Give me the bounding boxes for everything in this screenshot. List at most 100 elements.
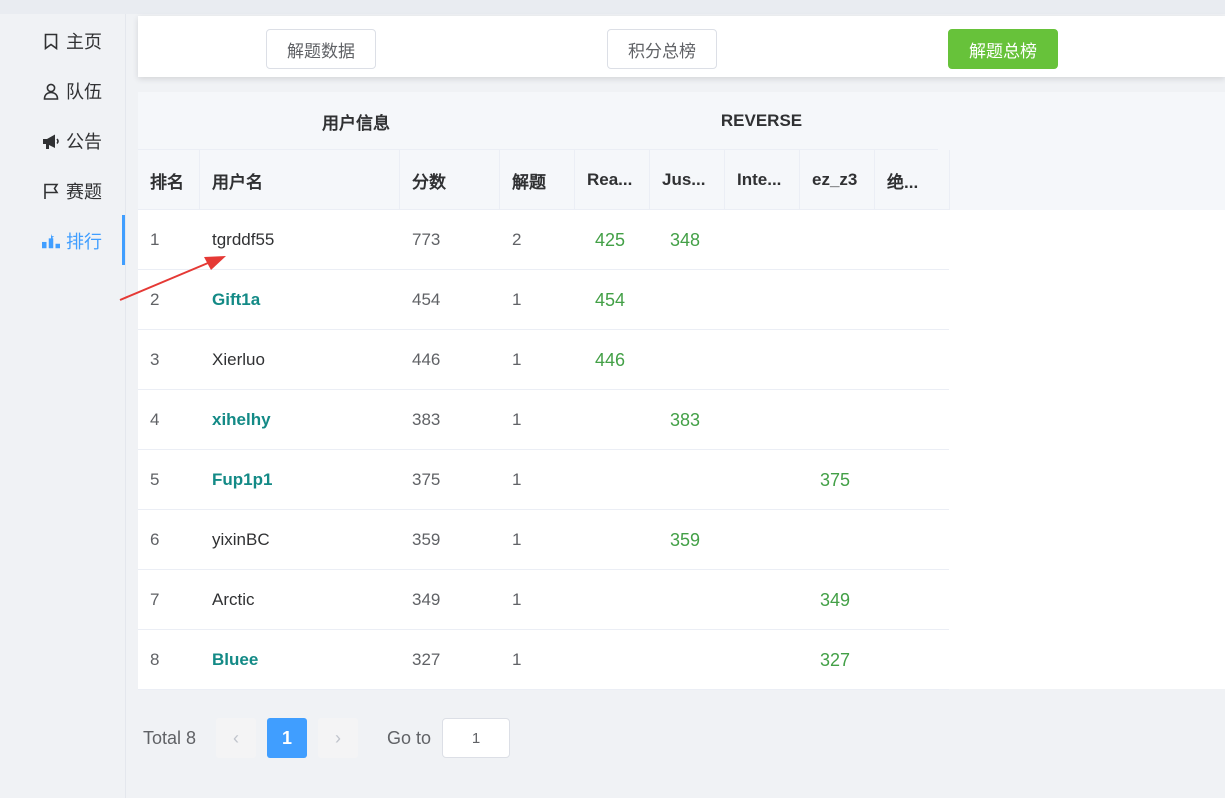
cell-score: 349 <box>412 590 441 609</box>
cell-solved: 1 <box>512 470 522 489</box>
cell-username[interactable]: xihelhy <box>200 390 400 450</box>
goto-page-input[interactable] <box>442 718 511 758</box>
next-page-button[interactable]: › <box>318 718 359 758</box>
column-header-challenge-3[interactable]: Inte... <box>725 150 800 210</box>
cell-username[interactable]: yixinBC <box>200 510 400 570</box>
group-header-user-info: 用户信息 <box>322 113 390 133</box>
cell-challenge-3 <box>725 210 800 270</box>
cell-solved: 1 <box>512 590 522 609</box>
cell-score: 383 <box>412 410 441 429</box>
pagination: Total 8 ‹ 1 › Go to <box>143 718 511 758</box>
cell-solved: 1 <box>512 530 522 549</box>
cell-challenge-5 <box>875 270 950 330</box>
tab-solve-data[interactable]: 解题数据 <box>266 29 376 69</box>
cell-challenge-4 <box>800 330 875 390</box>
sidebar-item-label: 赛题 <box>66 182 102 202</box>
cell-challenge-3 <box>725 450 800 510</box>
cell-score: 359 <box>412 530 441 549</box>
cell-rank: 4 <box>150 410 160 429</box>
cell-rank: 1 <box>150 230 160 249</box>
cell-score: 773 <box>412 230 441 249</box>
sidebar-item-team[interactable]: 队伍 <box>0 66 126 116</box>
cell-challenge-5 <box>875 390 950 450</box>
cell-challenge-1 <box>575 630 650 690</box>
cell-challenge-2 <box>650 270 725 330</box>
cell-challenge-2: 359 <box>670 529 701 550</box>
sidebar-item-label: 排行 <box>66 232 102 252</box>
sidebar-divider <box>125 14 126 798</box>
cell-challenge-5 <box>875 450 950 510</box>
cell-challenge-4: 327 <box>820 649 851 670</box>
tab-points-total[interactable]: 积分总榜 <box>607 29 717 69</box>
cell-rank: 3 <box>150 350 160 369</box>
ranking-table: 用户信息 REVERSE 排名 用户名 分数 解题 Rea... Jus... … <box>138 92 1225 690</box>
cell-challenge-4: 349 <box>820 589 851 610</box>
page-number-button[interactable]: 1 <box>267 718 308 758</box>
cell-challenge-2 <box>650 630 725 690</box>
megaphone-icon <box>42 132 60 150</box>
top-strip <box>0 0 1225 14</box>
sidebar-item-label: 队伍 <box>66 82 102 102</box>
cell-challenge-3 <box>725 510 800 570</box>
table-row: 6 yixinBC 359 1 359 <box>138 510 949 570</box>
table-row: 4 xihelhy 383 1 383 <box>138 390 949 450</box>
sidebar-item-announcements[interactable]: 公告 <box>0 116 126 166</box>
sidebar-item-challenges[interactable]: 赛题 <box>0 166 126 216</box>
column-header-challenge-4[interactable]: ez_z3 <box>800 150 875 210</box>
cell-challenge-2 <box>650 330 725 390</box>
sidebar-item-ranking[interactable]: 排行 <box>0 216 126 266</box>
cell-solved: 1 <box>512 410 522 429</box>
cell-challenge-4 <box>800 270 875 330</box>
cell-score: 327 <box>412 650 441 669</box>
table-row: 5 Fup1p1 375 1 375 <box>138 450 949 510</box>
cell-challenge-5 <box>875 330 950 390</box>
cell-challenge-5 <box>875 510 950 570</box>
cell-challenge-5 <box>875 210 950 270</box>
cell-username[interactable]: Bluee <box>200 630 400 690</box>
column-header-challenge-1[interactable]: Rea... <box>575 150 650 210</box>
cell-challenge-1 <box>575 510 650 570</box>
cell-challenge-5 <box>875 630 950 690</box>
cell-challenge-1 <box>575 450 650 510</box>
cell-challenge-3 <box>725 570 800 630</box>
cell-username[interactable]: Arctic <box>200 570 400 630</box>
cell-rank: 7 <box>150 590 160 609</box>
cell-challenge-1: 446 <box>595 349 626 370</box>
flag-icon <box>42 182 60 200</box>
column-header-challenge-2[interactable]: Jus... <box>650 150 725 210</box>
cell-challenge-1: 454 <box>595 289 626 310</box>
cell-username[interactable]: Xierluo <box>200 330 400 390</box>
cell-score: 446 <box>412 350 441 369</box>
cell-challenge-2 <box>650 570 725 630</box>
table-row: 7 Arctic 349 1 349 <box>138 570 949 630</box>
prev-page-button[interactable]: ‹ <box>216 718 257 758</box>
column-header-solved[interactable]: 解题 <box>500 150 575 210</box>
cell-rank: 5 <box>150 470 160 489</box>
cell-rank: 8 <box>150 650 160 669</box>
cell-username[interactable]: Fup1p1 <box>200 450 400 510</box>
cell-score: 454 <box>412 290 441 309</box>
scoreboard-tabs: 解题数据 积分总榜 解题总榜 <box>138 16 1225 77</box>
cell-challenge-2: 383 <box>670 409 701 430</box>
group-header-reverse: REVERSE <box>720 111 803 130</box>
cell-challenge-1 <box>575 570 650 630</box>
cell-solved: 1 <box>512 290 522 309</box>
table-row: 2 Gift1a 454 1 454 <box>138 270 949 330</box>
table-row: 8 Bluee 327 1 327 <box>138 630 949 690</box>
cell-challenge-4 <box>800 510 875 570</box>
cell-rank: 6 <box>150 530 160 549</box>
sidebar: 主页 队伍 公告 赛题 排行 <box>0 14 126 798</box>
column-header-score[interactable]: 分数 <box>400 150 500 210</box>
column-header-username[interactable]: 用户名 <box>200 150 400 210</box>
cell-username[interactable]: tgrddf55 <box>200 210 400 270</box>
table-row: 1 tgrddf55 773 2 425 348 <box>138 210 949 270</box>
cell-username[interactable]: Gift1a <box>200 270 400 330</box>
cell-challenge-3 <box>725 390 800 450</box>
table-group-header: 用户信息 REVERSE <box>138 92 938 150</box>
cell-challenge-3 <box>725 630 800 690</box>
column-header-challenge-5[interactable]: 绝... <box>875 150 950 210</box>
tab-solve-total[interactable]: 解题总榜 <box>948 29 1058 69</box>
column-header-rank[interactable]: 排名 <box>138 150 200 210</box>
goto-label: Go to <box>387 727 432 748</box>
sidebar-item-home[interactable]: 主页 <box>0 16 126 66</box>
